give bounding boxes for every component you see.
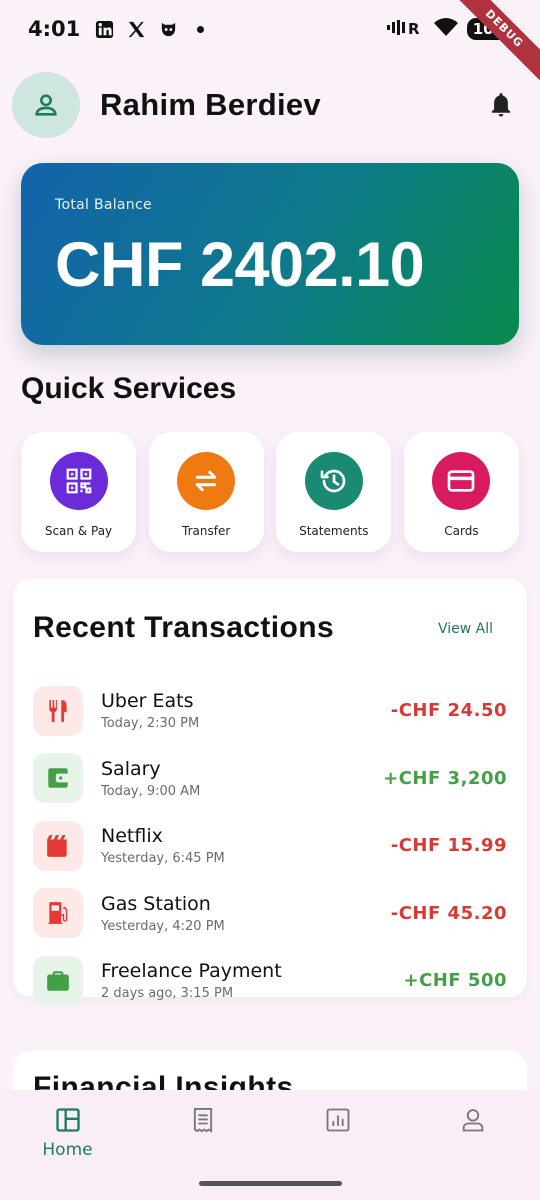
transaction-amount: -CHF 15.99 — [390, 835, 507, 857]
restaurant-icon — [33, 685, 83, 736]
quick-services: Scan & Pay Transfer Statements Cards — [21, 432, 519, 552]
transaction-row[interactable]: Salary Today, 9:00 AM +CHF 3,200 — [33, 745, 507, 813]
transaction-name: Uber Eats — [101, 690, 194, 713]
quick-services-title: Quick Services — [21, 372, 237, 405]
service-transfer[interactable]: Transfer — [148, 432, 264, 552]
service-label: Statements — [299, 524, 369, 538]
transaction-name: Gas Station — [101, 892, 211, 915]
profile-icon — [462, 1109, 483, 1132]
x-icon — [126, 19, 146, 39]
vibrate-icon: R — [386, 17, 425, 41]
receipt-icon — [193, 1107, 212, 1133]
person-icon — [35, 94, 57, 116]
transaction-name: Freelance Payment — [101, 960, 282, 983]
transaction-time: 2 days ago, 3:15 PM — [101, 986, 234, 1002]
analytics-icon — [326, 1108, 349, 1132]
transaction-row[interactable]: Uber Eats Today, 2:30 PM -CHF 24.50 — [33, 677, 507, 745]
transaction-name: Netflix — [101, 825, 163, 848]
dot-icon — [190, 19, 210, 39]
transaction-time: Yesterday, 6:45 PM — [101, 851, 225, 867]
service-cards[interactable]: Cards — [403, 432, 519, 552]
service-statements[interactable]: Statements — [276, 432, 392, 552]
transaction-name: Salary — [101, 757, 161, 780]
transaction-amount: +CHF 500 — [403, 970, 507, 992]
nav-profile[interactable] — [405, 1090, 540, 1200]
transaction-amount: +CHF 3,200 — [383, 767, 507, 789]
transaction-time: Today, 9:00 AM — [101, 783, 201, 799]
svg-text:R: R — [408, 20, 420, 37]
app-icon — [158, 19, 178, 39]
notifications-button[interactable] — [486, 90, 516, 120]
transaction-row[interactable]: Gas Station Yesterday, 4:20 PM -CHF 45.2… — [33, 880, 507, 948]
service-label: Transfer — [182, 524, 231, 538]
balance-card[interactable]: Total Balance CHF 2402.10 — [21, 163, 519, 345]
status-bar: 4:01 R 100 — [0, 0, 540, 58]
history-icon — [304, 452, 363, 510]
avatar[interactable] — [12, 72, 80, 138]
gas-pump-icon — [33, 888, 83, 939]
transactions-card: Recent Transactions View All Uber Eats T… — [13, 579, 527, 1006]
header: Rahim Berdiev — [12, 72, 516, 138]
service-label: Scan & Pay — [44, 524, 113, 538]
movie-icon — [33, 820, 83, 871]
transaction-row[interactable]: Freelance Payment 2 days ago, 3:15 PM +C… — [33, 947, 507, 1015]
dashboard-icon — [55, 1108, 80, 1132]
wifi-icon — [433, 17, 459, 41]
user-name: Rahim Berdiev — [100, 87, 321, 122]
transaction-amount: -CHF 45.20 — [390, 902, 507, 924]
briefcase-icon — [33, 955, 83, 1006]
qr-code-icon — [49, 452, 108, 510]
notification-icons — [94, 19, 210, 39]
service-scan-pay[interactable]: Scan & Pay — [21, 432, 136, 552]
linkedin-icon — [94, 19, 114, 39]
balance-amount: CHF 2402.10 — [55, 230, 425, 300]
service-label: Cards — [444, 524, 479, 538]
transaction-row[interactable]: Netflix Yesterday, 6:45 PM -CHF 15.99 — [33, 812, 507, 880]
status-time: 4:01 — [28, 17, 81, 41]
transactions-list: Uber Eats Today, 2:30 PM -CHF 24.50 Sala… — [33, 677, 507, 1015]
credit-card-icon — [432, 452, 491, 510]
transaction-time: Yesterday, 4:20 PM — [101, 918, 225, 934]
transaction-amount: -CHF 24.50 — [390, 700, 507, 722]
home-indicator — [199, 1181, 342, 1186]
transactions-title: Recent Transactions — [33, 611, 335, 644]
nav-home[interactable]: Home — [0, 1090, 135, 1200]
swap-arrows-icon — [177, 452, 236, 510]
transaction-time: Today, 2:30 PM — [101, 716, 200, 732]
balance-label: Total Balance — [55, 197, 152, 213]
bell-icon — [491, 93, 511, 117]
view-all-link[interactable]: View All — [438, 621, 493, 637]
nav-label: Home — [42, 1140, 93, 1160]
wallet-icon — [33, 753, 83, 804]
